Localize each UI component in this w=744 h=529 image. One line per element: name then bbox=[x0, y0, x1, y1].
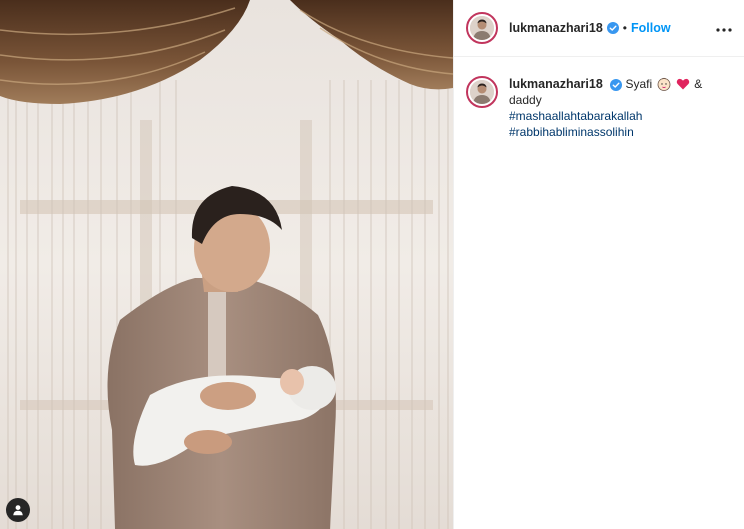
caption-body-start: Syafi bbox=[625, 77, 653, 91]
post-side-panel: lukmanazhari18 • Follow lukmanazhari18 S… bbox=[453, 0, 744, 529]
red-heart-emoji-icon bbox=[676, 77, 690, 91]
hashtag-link[interactable]: #mashaallahtabarakallah bbox=[509, 108, 709, 124]
caption-username[interactable]: lukmanazhari18 bbox=[509, 77, 603, 91]
separator-dot: • bbox=[622, 21, 627, 35]
post-image bbox=[0, 0, 453, 529]
caption-avatar[interactable] bbox=[466, 76, 498, 108]
post-header: lukmanazhari18 • Follow bbox=[454, 0, 744, 57]
hashtag-link[interactable]: #rabbihabliminassolihin bbox=[509, 124, 709, 140]
user-tag-icon[interactable] bbox=[6, 498, 30, 522]
caption-comment: lukmanazhari18 Syafi & daddy #mashaallah… bbox=[454, 57, 744, 140]
follow-button[interactable]: Follow bbox=[631, 21, 671, 35]
instagram-post: lukmanazhari18 • Follow lukmanazhari18 S… bbox=[0, 0, 744, 529]
baby-face-emoji-icon bbox=[657, 77, 671, 91]
author-avatar[interactable] bbox=[466, 12, 498, 44]
author-username[interactable]: lukmanazhari18 bbox=[509, 21, 603, 35]
caption-text: lukmanazhari18 Syafi & daddy #mashaallah… bbox=[509, 76, 709, 140]
post-photo[interactable] bbox=[0, 0, 453, 529]
more-horizontal-icon[interactable] bbox=[716, 19, 732, 37]
verified-badge-icon bbox=[610, 78, 623, 91]
verified-badge-icon bbox=[606, 22, 619, 34]
